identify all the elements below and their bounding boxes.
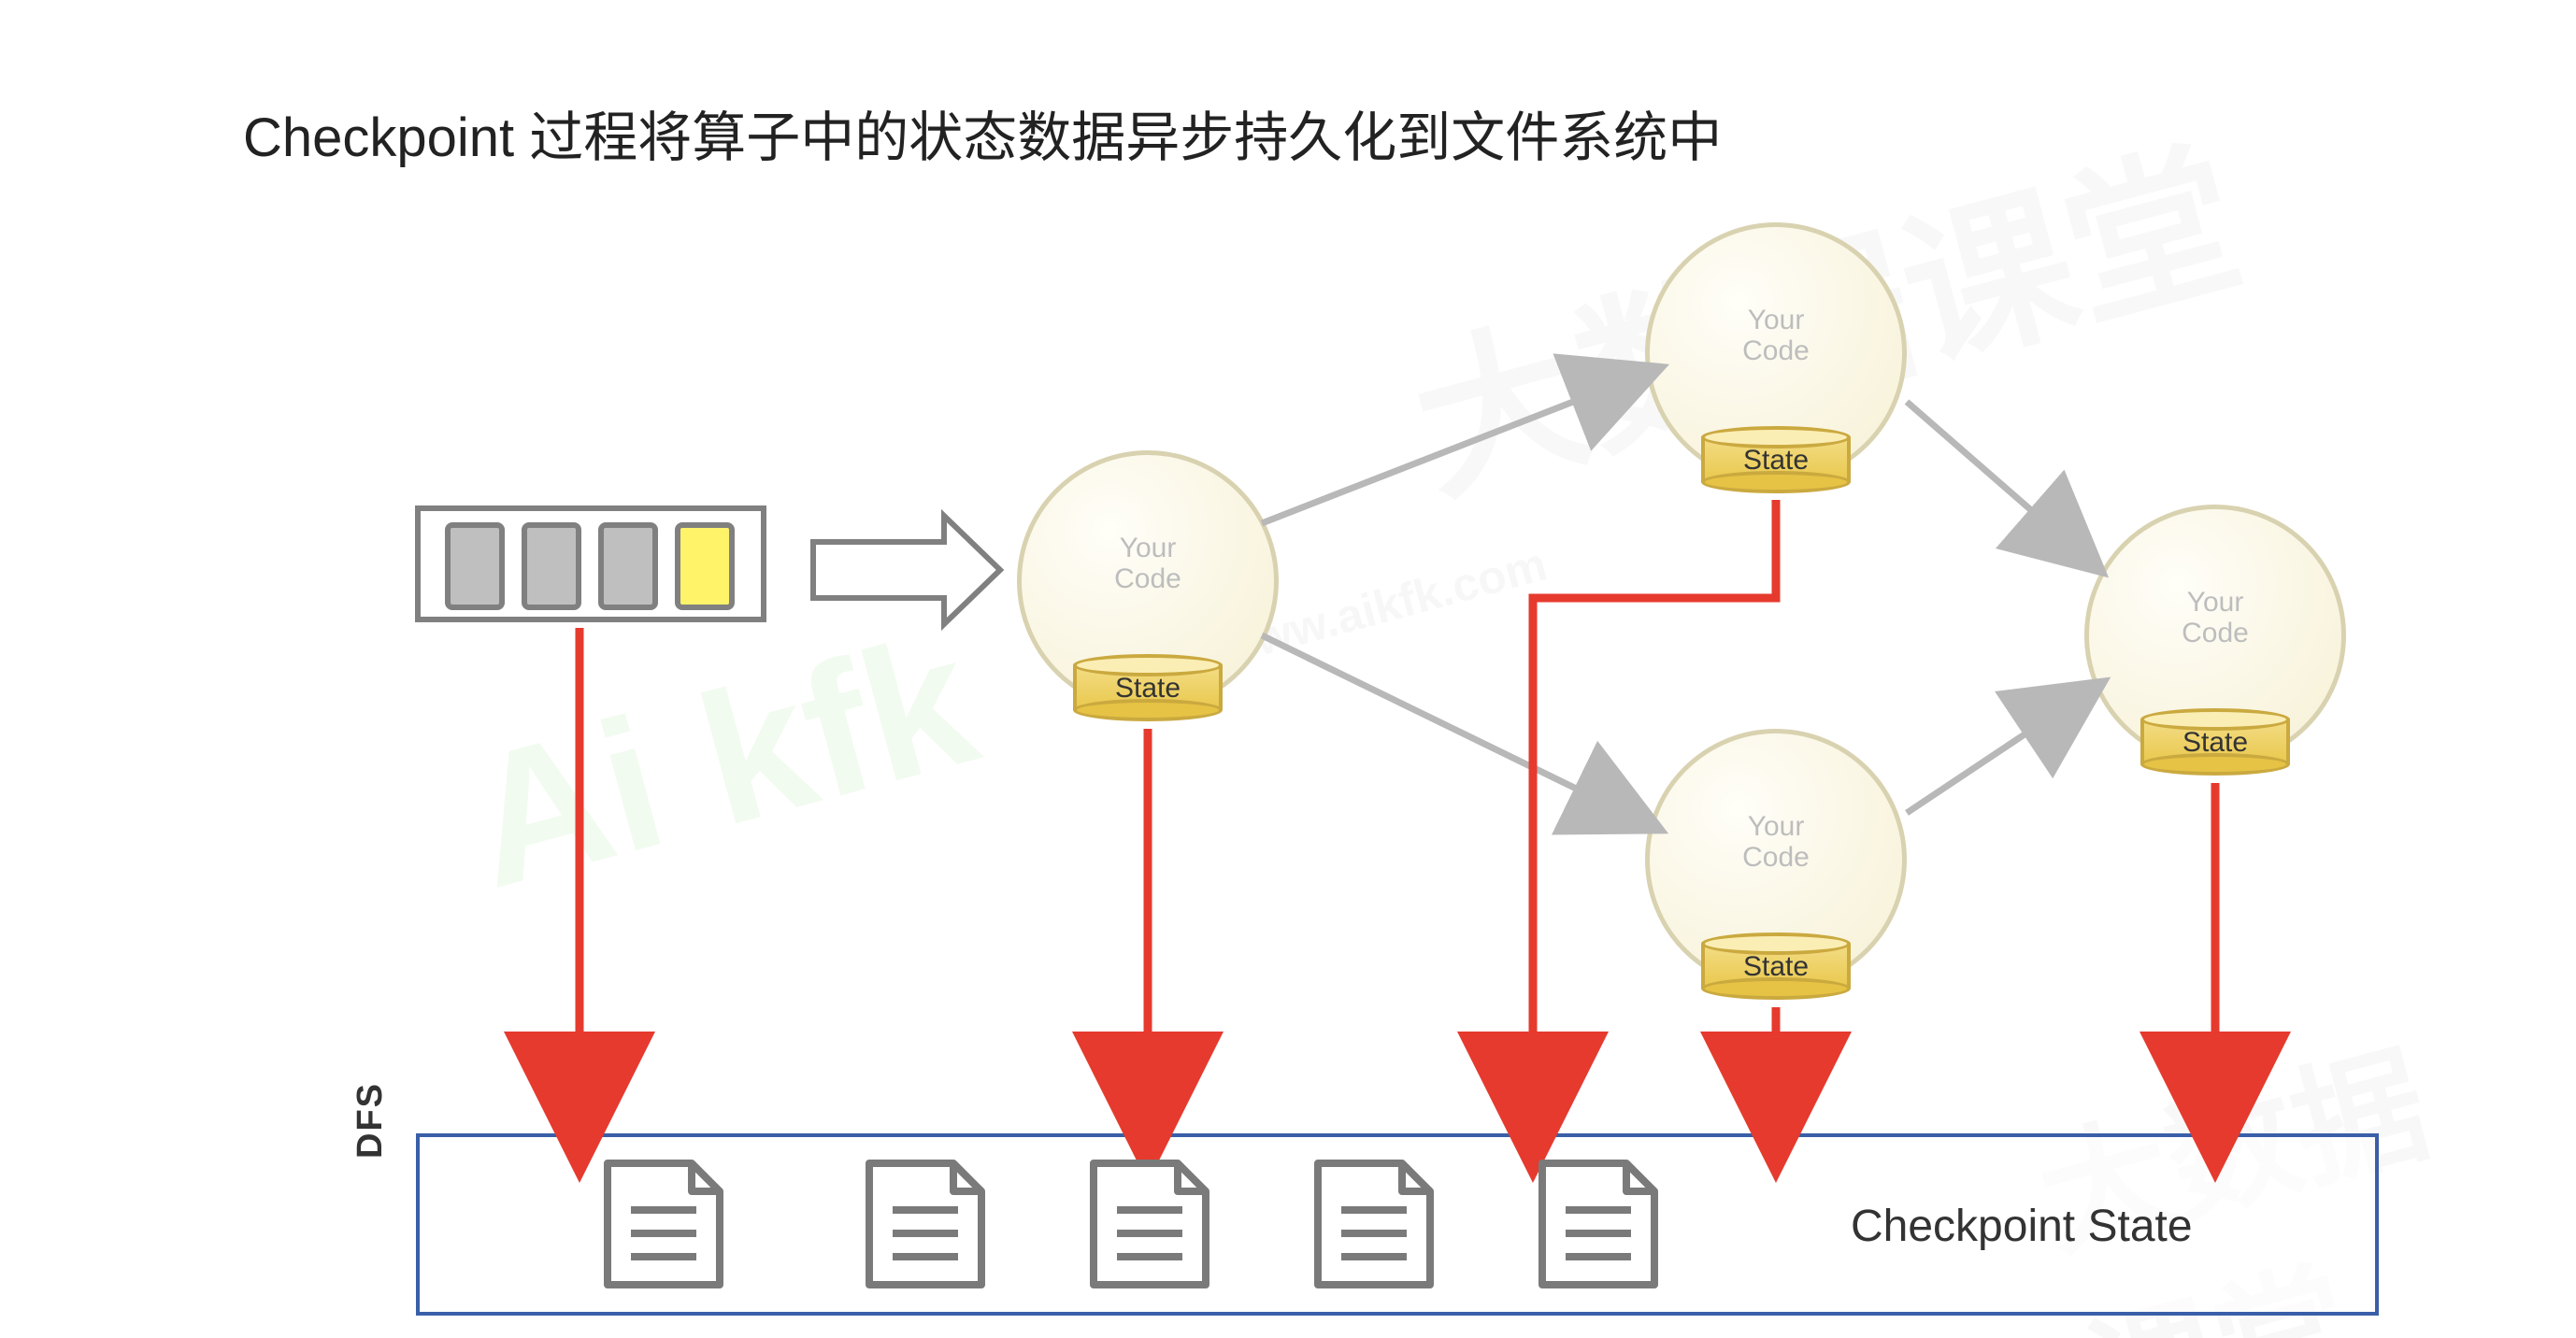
file-icon bbox=[1542, 1163, 1654, 1285]
diagram-svg-layer bbox=[0, 0, 2576, 1338]
file-icon bbox=[869, 1163, 981, 1285]
flow-arrow bbox=[1262, 635, 1645, 822]
flow-arrow bbox=[1907, 402, 2089, 561]
flow-arrow bbox=[1262, 374, 1645, 523]
file-icon bbox=[1094, 1163, 1206, 1285]
checkpoint-arrow bbox=[1533, 500, 1776, 1107]
file-icon bbox=[608, 1163, 720, 1285]
flow-arrow bbox=[1907, 691, 2089, 813]
checkpoint-files bbox=[608, 1163, 1654, 1285]
file-icon bbox=[1318, 1163, 1430, 1285]
flow-arrow-source bbox=[813, 516, 1000, 624]
